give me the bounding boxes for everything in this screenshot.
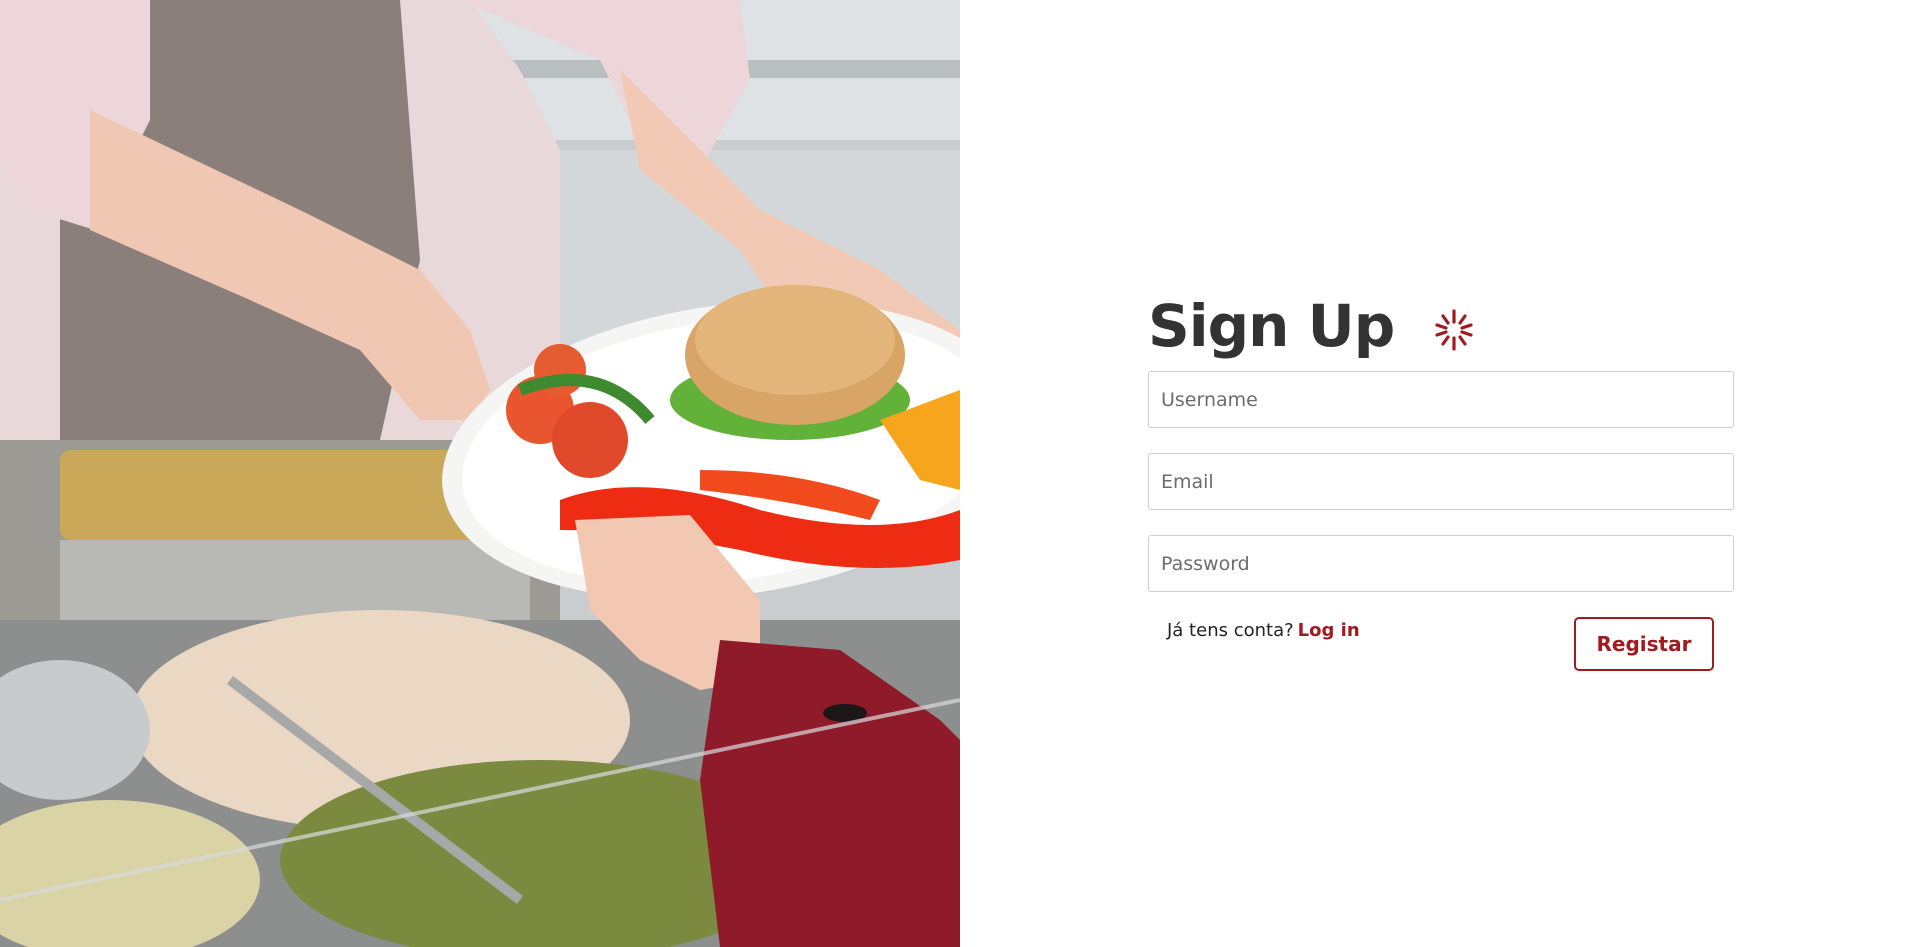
page-title: Sign Up: [1148, 292, 1395, 360]
login-prompt-text: Já tens conta?: [1167, 620, 1294, 641]
signup-page: Sign Up Já tens: [0, 0, 1920, 947]
heading-row: Sign Up: [1148, 290, 1734, 362]
register-button[interactable]: Registar: [1574, 617, 1714, 671]
uminho-asterisk-icon: [1435, 309, 1473, 351]
username-input[interactable]: [1148, 371, 1734, 428]
form-actions: Já tens conta? Log in Registar: [1148, 617, 1734, 687]
signup-form: Sign Up Já tens: [1148, 290, 1734, 687]
login-link[interactable]: Log in: [1298, 620, 1360, 641]
hero-image: [0, 0, 960, 947]
email-input[interactable]: [1148, 453, 1734, 510]
login-prompt: Já tens conta? Log in: [1167, 620, 1360, 641]
hero-illustration: [0, 0, 960, 947]
password-input[interactable]: [1148, 535, 1734, 592]
